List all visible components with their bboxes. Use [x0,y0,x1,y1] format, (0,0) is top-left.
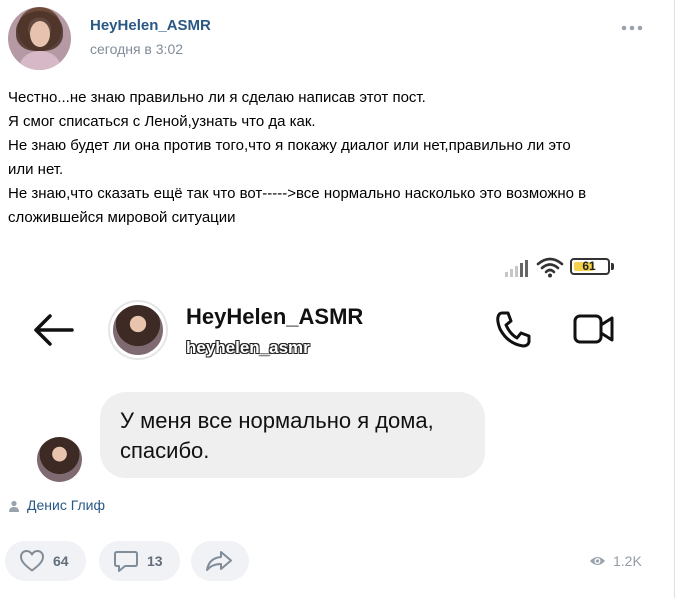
comment-bubble-icon [114,551,138,572]
back-arrow-icon [34,314,74,346]
phone-icon [496,311,531,348]
wifi-icon [536,257,564,278]
share-arrow-icon [206,551,232,571]
video-camera-icon [573,314,614,344]
post-time[interactable]: сегодня в 3:02 [90,41,183,57]
message-bubble: У меня все нормально я дома, спасибо. [100,392,485,478]
message-line: спасибо. [120,438,210,463]
post-text-line: Честно...не знаю правильно ли я сделаю н… [8,89,426,106]
post-text: Честно...не знаю правильно ли я сделаю н… [8,86,663,230]
author-avatar[interactable] [8,7,71,70]
battery-percent: 61 [582,259,596,273]
like-count: 64 [53,553,69,569]
post-text-line: сложившейся мировой ситуации [8,209,236,226]
chat-contact-handle: heyhelen_asmr [186,338,310,357]
chat-contact-name: HeyHelen_ASMR [186,304,364,329]
views-count: 1.2K [613,553,642,569]
signal-icon [505,260,528,277]
eye-icon [590,557,605,565]
chat-contact-avatar [113,305,163,355]
post-text-line: Не знаю,что сказать ещё так что вот-----… [8,185,587,202]
like-button[interactable]: 64 [5,541,86,581]
person-icon [9,500,19,512]
comment-button[interactable]: 13 [99,541,180,581]
views-counter: 1.2K [589,552,642,570]
more-dots-icon[interactable] [619,18,645,38]
phone-status-bar: 61 [500,254,620,282]
author-name[interactable]: HeyHelen_ASMR [90,17,211,34]
battery-icon: 61 [570,258,610,275]
message-line: У меня все нормально я дома, [120,408,434,433]
heart-icon [20,550,44,572]
post-text-line: Не знаю будет ли она против того,что я п… [8,137,571,154]
post-text-line: или нет. [8,161,64,178]
signer-name[interactable]: Денис Глиф [27,497,105,513]
post-text-line: Я смог списаться с Леной,узнать что да к… [8,113,316,130]
comment-count: 13 [147,553,163,569]
message-sender-avatar [37,437,82,482]
battery-tip [611,263,614,270]
share-button[interactable] [191,541,249,581]
